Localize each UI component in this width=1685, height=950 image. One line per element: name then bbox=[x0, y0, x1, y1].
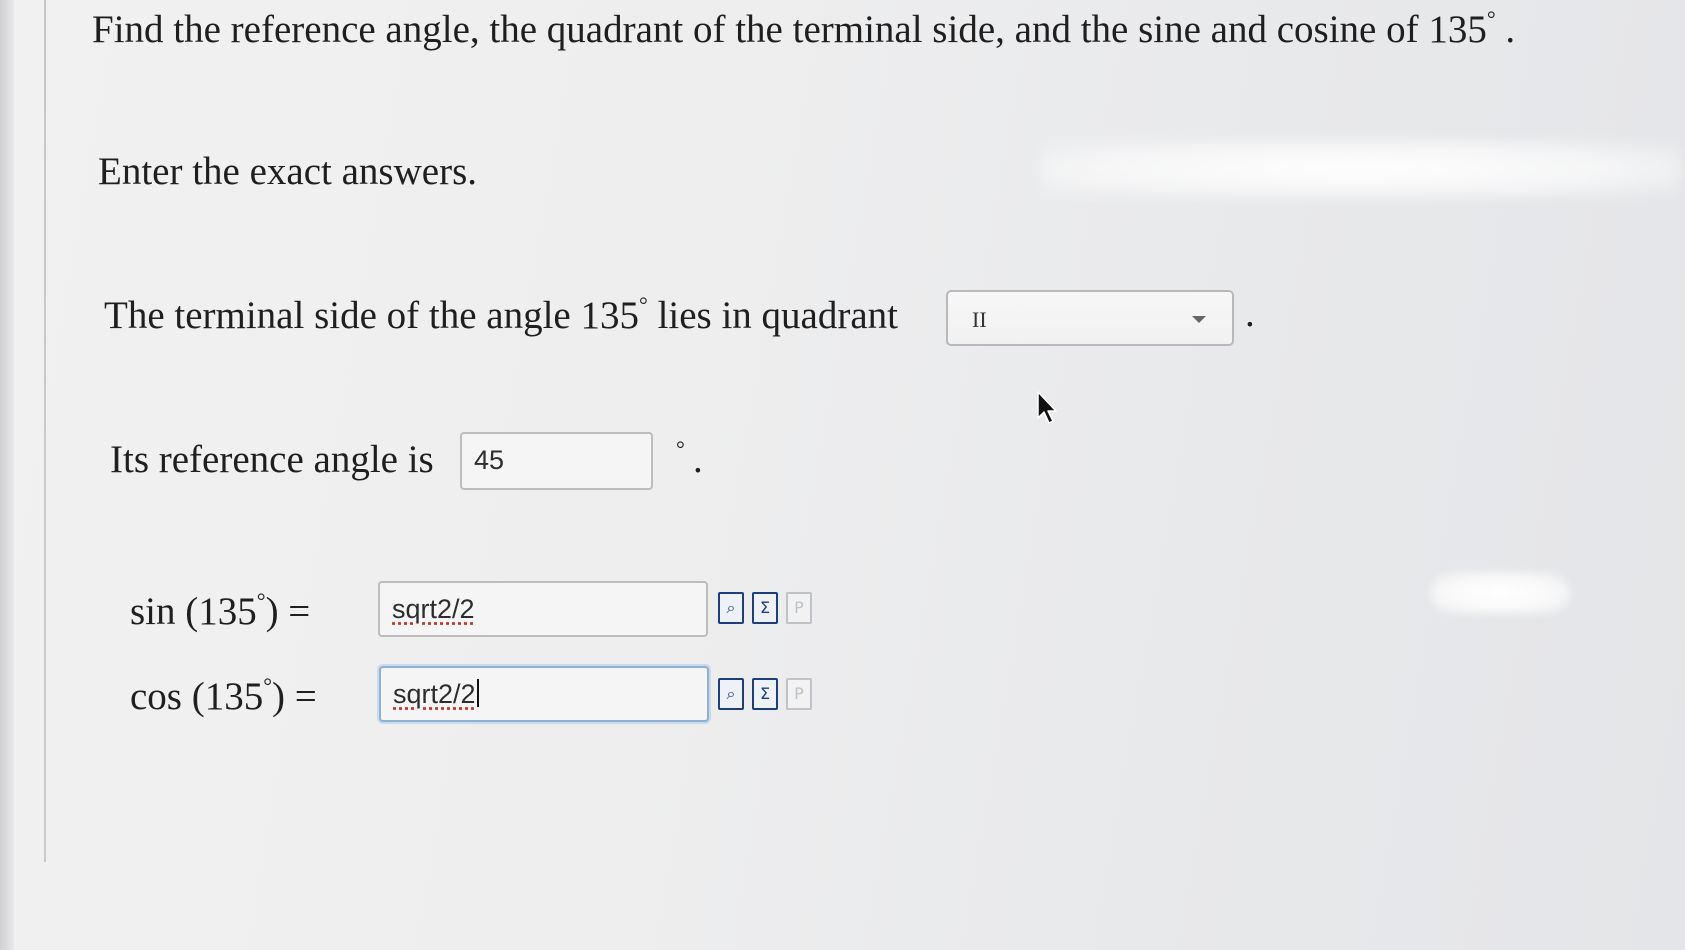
equation-editor-icon[interactable]: Σ bbox=[752, 678, 778, 710]
preview-icon[interactable]: ⌕ bbox=[718, 592, 744, 624]
question-text: Find the reference angle, the quadrant o… bbox=[92, 8, 1487, 51]
paste-icon[interactable]: P bbox=[786, 678, 812, 710]
cos-label: cos (135°) = bbox=[130, 673, 317, 718]
cos-answer-toolbar: ⌕ Σ P bbox=[718, 678, 812, 710]
screen-glare bbox=[1040, 140, 1680, 198]
quadrant-period: . bbox=[1245, 292, 1255, 335]
reference-angle-input[interactable]: 45 bbox=[460, 432, 653, 490]
reference-angle-label: Its reference angle is bbox=[110, 438, 434, 481]
reference-degree-symbol: ° bbox=[676, 436, 685, 461]
sin-label: sin (135°) = bbox=[130, 588, 311, 633]
question-period: . bbox=[1505, 8, 1516, 51]
page-edge bbox=[0, 0, 14, 950]
quadrant-suffix: lies in quadrant bbox=[647, 294, 898, 337]
instruction-text: Enter the exact answers. bbox=[98, 150, 477, 193]
degree-symbol: ° bbox=[639, 292, 648, 317]
mouse-pointer-icon bbox=[1037, 391, 1057, 424]
paste-icon[interactable]: P bbox=[786, 592, 812, 624]
quadrant-selected-value: II bbox=[972, 307, 987, 332]
quadrant-select[interactable]: II bbox=[946, 290, 1234, 346]
cos-label-end: ) = bbox=[272, 675, 317, 718]
reference-angle-period: . bbox=[693, 438, 703, 481]
equation-editor-icon[interactable]: Σ bbox=[752, 592, 778, 624]
sin-label-start: sin (135 bbox=[130, 590, 257, 633]
preview-icon[interactable]: ⌕ bbox=[718, 678, 744, 710]
question-prompt: Find the reference angle, the quadrant o… bbox=[92, 6, 1516, 51]
cos-answer-value: sqrt2/2 bbox=[393, 679, 476, 709]
quadrant-prefix: The terminal side of the angle 135 bbox=[104, 294, 639, 337]
degree-symbol: ° bbox=[263, 673, 273, 698]
sin-answer-toolbar: ⌕ Σ P bbox=[718, 592, 812, 624]
text-caret bbox=[476, 679, 479, 707]
sin-label-end: ) = bbox=[265, 590, 311, 633]
sin-answer-value: sqrt2/2 bbox=[392, 594, 475, 624]
quadrant-prompt: The terminal side of the angle 135° lies… bbox=[104, 292, 898, 337]
cos-label-start: cos (135 bbox=[130, 675, 264, 718]
degree-symbol: ° bbox=[1486, 6, 1496, 31]
content-border bbox=[44, 0, 46, 862]
cos-answer-input[interactable]: sqrt2/2 bbox=[379, 666, 709, 722]
screen-glare-small bbox=[1430, 572, 1570, 614]
sin-answer-input[interactable]: sqrt2/2 bbox=[378, 581, 708, 637]
chevron-down-icon[interactable] bbox=[1192, 316, 1206, 323]
degree-symbol: ° bbox=[256, 588, 266, 613]
